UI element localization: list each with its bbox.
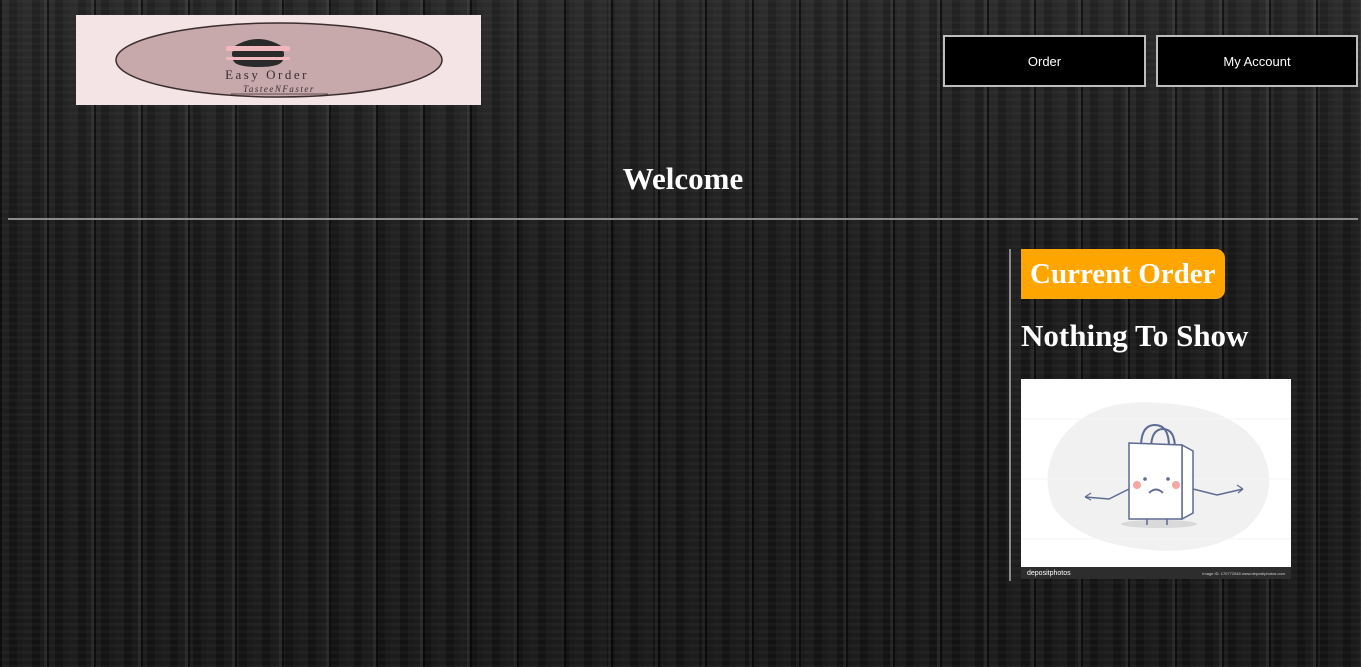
logo-tagline: TasteeNFaster [243, 84, 315, 94]
page-title: Welcome [622, 161, 744, 196]
current-order-panel-border [1009, 249, 1011, 581]
current-order-heading: Current Order [1021, 249, 1225, 299]
sad-shopping-bag-icon [1021, 402, 1291, 551]
order-button-label: Order [1027, 53, 1062, 69]
logo-title: Easy Order [225, 67, 309, 82]
current-order-label: Current Order [1030, 257, 1216, 290]
empty-order-message: Nothing To Show [1021, 318, 1249, 353]
watermark-brand: depositphotos [1027, 569, 1071, 577]
stock-watermark-bar: depositphotos Image ID: 170772548 www.de… [1021, 567, 1291, 579]
logo-graphic: Easy Order TasteeNFaster [115, 22, 443, 98]
my-account-button[interactable]: My Account [1156, 35, 1358, 87]
my-account-button-label: My Account [1223, 53, 1291, 69]
empty-cart-illustration: depositphotos Image ID: 170772548 www.de… [1021, 379, 1291, 579]
brand-logo[interactable]: Easy Order TasteeNFaster [76, 15, 481, 105]
header-divider [8, 218, 1358, 220]
watermark-meta: Image ID: 170772548 www.depositphotos.co… [1202, 570, 1285, 576]
order-button[interactable]: Order [943, 35, 1146, 87]
